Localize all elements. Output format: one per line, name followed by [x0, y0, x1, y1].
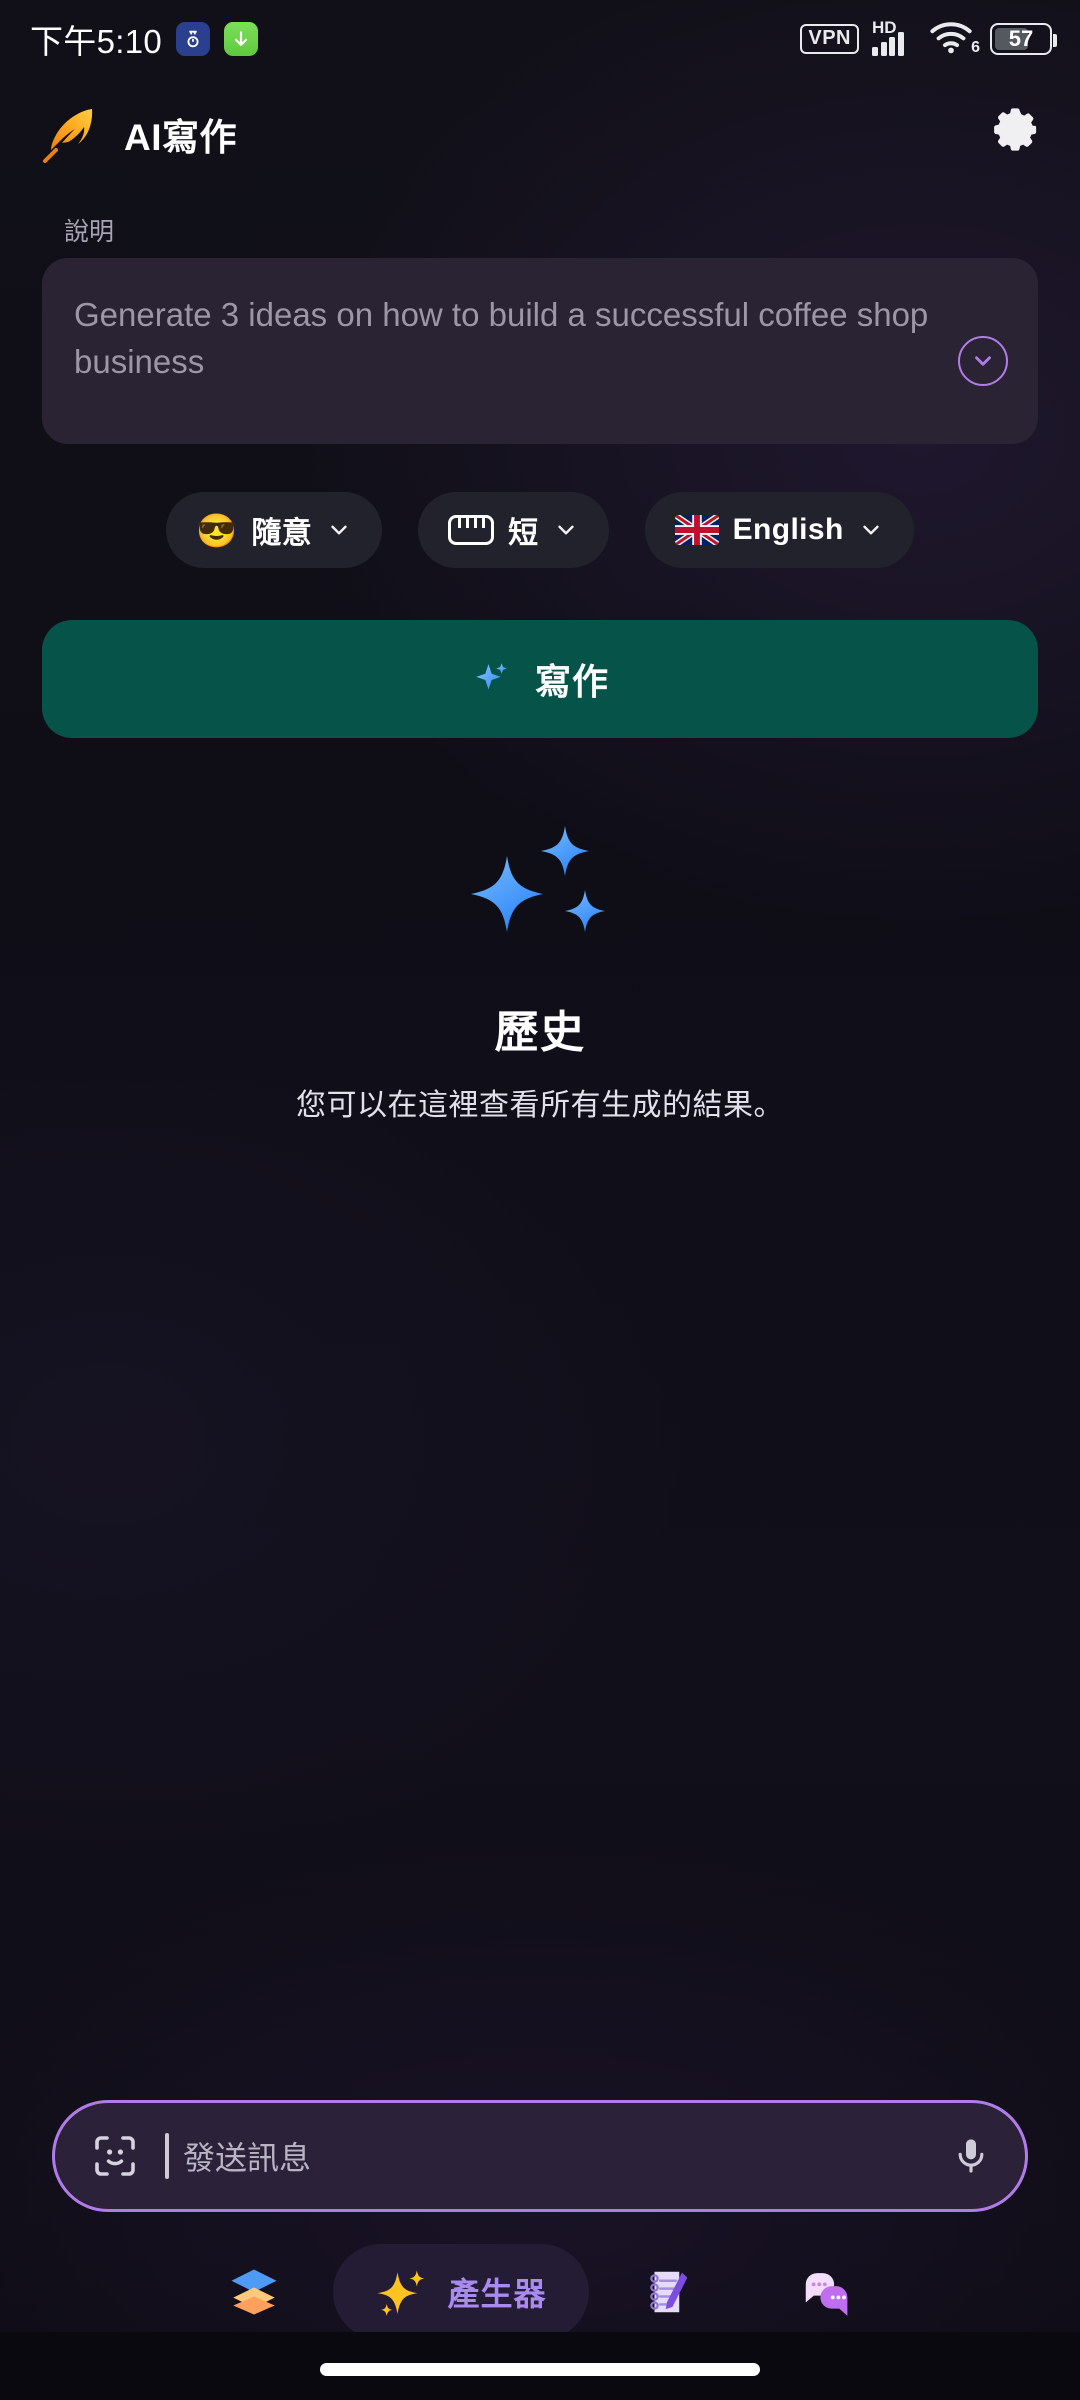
description-label: 說明: [64, 218, 115, 246]
history-title: 歷史: [494, 1008, 586, 1057]
history-empty-state: 歷史 您可以在這裡查看所有生成的結果。: [0, 820, 1080, 1124]
message-input-bar[interactable]: 發送訊息: [52, 2100, 1028, 2212]
status-time: 下午5:10: [30, 23, 163, 60]
description-section: 說明 Generate 3 ideas on how to build a su…: [0, 212, 1080, 444]
chevron-down-icon: [863, 525, 879, 535]
app-screen: 下午5:10 VPN HD 6 57 AI寫作 說明 Generate 3 id…: [0, 0, 1080, 2400]
chip-length[interactable]: 短: [418, 492, 609, 568]
history-subtitle: 您可以在這裡查看所有生成的結果。: [296, 1089, 784, 1122]
description-input[interactable]: Generate 3 ideas on how to build a succe…: [42, 258, 1038, 444]
sunglasses-emoji-icon: 😎: [196, 511, 238, 549]
signal-bars: [872, 32, 904, 56]
chip-length-label: 短: [508, 517, 539, 550]
chip-language-label: English: [732, 513, 844, 546]
battery-percent-label: 57: [1008, 26, 1034, 51]
status-bar: 下午5:10 VPN HD 6 57: [0, 0, 1080, 78]
chip-tone-label: 隨意: [251, 517, 313, 550]
cellular-signal-icon: HD: [872, 18, 916, 56]
write-button-label: 寫作: [534, 661, 609, 702]
description-placeholder: Generate 3 ideas on how to build a succe…: [74, 296, 929, 380]
uk-flag-icon: [674, 515, 719, 545]
status-bar-left: 下午5:10: [30, 15, 259, 63]
vpn-icon: VPN: [800, 24, 859, 54]
nav-item-layers[interactable]: [175, 2244, 333, 2340]
layers-icon: [231, 2269, 277, 2315]
nav-item-notes[interactable]: [589, 2244, 747, 2340]
feather-icon: [43, 109, 93, 163]
chip-language[interactable]: English: [644, 492, 914, 568]
nav-item-chat[interactable]: [747, 2244, 905, 2340]
home-indicator[interactable]: [320, 2363, 760, 2376]
battery-icon: 57: [990, 23, 1057, 55]
gear-icon[interactable]: [990, 108, 1042, 160]
nav-item-generator-label: 產生器: [447, 2276, 547, 2312]
scan-face-icon[interactable]: [91, 2132, 139, 2180]
calendar-badge-icon: [176, 22, 211, 56]
sparkles-icon: [471, 826, 605, 932]
download-badge-icon: [224, 22, 259, 56]
write-button[interactable]: 寫作: [42, 620, 1038, 738]
page-title: AI寫作: [124, 117, 237, 158]
chevron-down-circle-icon[interactable]: [958, 336, 1008, 386]
nav-item-generator[interactable]: 產生器: [333, 2244, 589, 2340]
notepad-pencil-icon: [650, 2271, 688, 2313]
app-header: AI寫作: [0, 78, 1080, 190]
wifi-generation-label: 6: [971, 39, 980, 56]
chevron-down-icon: [331, 525, 347, 535]
bottom-navigation: 產生器: [0, 2240, 1080, 2344]
sparkle-icon: [377, 2270, 425, 2317]
wifi-icon: 6: [929, 22, 980, 56]
chat-bubbles-icon: [805, 2273, 848, 2316]
microphone-icon[interactable]: [951, 2132, 991, 2180]
status-bar-right: VPN HD 6 57: [800, 18, 1057, 56]
chevron-down-icon: [557, 525, 574, 535]
text-cursor: [165, 2133, 169, 2179]
chip-tone[interactable]: 😎 隨意: [166, 492, 383, 568]
message-placeholder: 發送訊息: [183, 2140, 312, 2176]
option-chips: 😎 隨意 短 English: [0, 492, 1080, 568]
ruler-icon: [448, 515, 495, 545]
sparkle-icon: [476, 663, 507, 690]
